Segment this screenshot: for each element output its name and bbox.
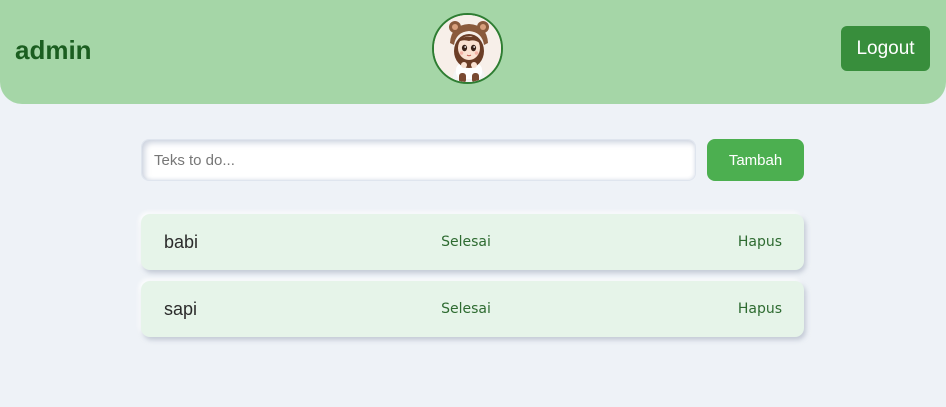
todo-item-text: sapi (164, 299, 198, 319)
mark-done-button[interactable]: Selesai (434, 295, 498, 323)
todo-item: babi Selesai Hapus (141, 214, 804, 270)
avatar-image (434, 15, 501, 82)
add-todo-button[interactable]: Tambah (707, 139, 804, 181)
avatar (432, 13, 503, 84)
todo-input-wrapper (141, 139, 696, 181)
todo-item-text: babi (164, 232, 199, 252)
username-label: admin (15, 35, 92, 65)
todo-item: sapi Selesai Hapus (141, 281, 804, 337)
delete-todo-button[interactable]: Hapus (729, 295, 791, 323)
todo-text-input[interactable] (142, 140, 695, 180)
app-header: admin Logout (0, 0, 946, 104)
logout-button[interactable]: Logout (841, 26, 930, 71)
todo-app: admin Logout Teks to do... Tambah babi S… (0, 0, 946, 407)
delete-todo-button[interactable]: Hapus (729, 228, 791, 256)
mark-done-button[interactable]: Selesai (434, 228, 498, 256)
